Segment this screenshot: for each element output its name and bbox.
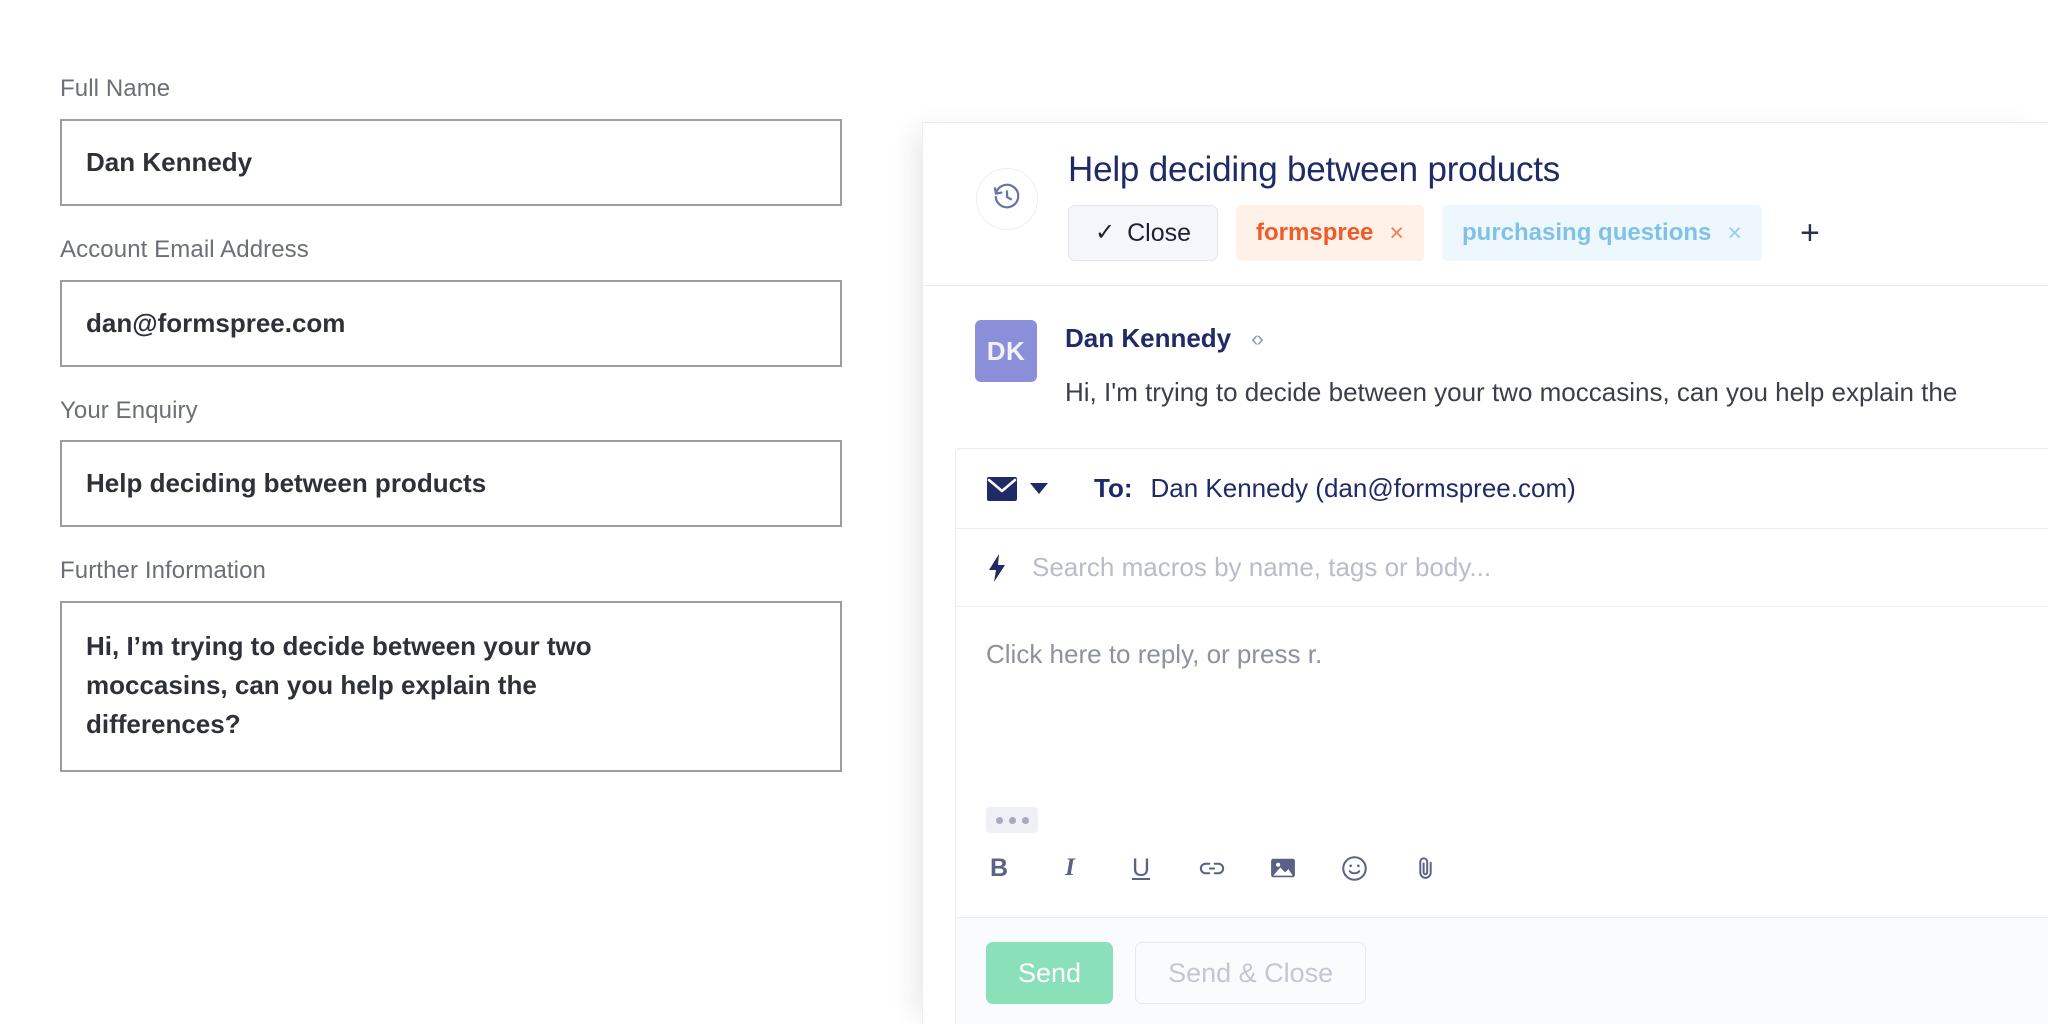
field-label-your-enquiry: Your Enquiry <box>60 397 906 426</box>
tag-purchasing-questions-label: purchasing questions <box>1462 219 1711 247</box>
input-your-enquiry[interactable]: Help deciding between products <box>60 440 842 527</box>
format-toolbar: B I U <box>956 807 2048 918</box>
more-options-button[interactable] <box>986 807 1038 833</box>
close-ticket-label: Close <box>1127 219 1191 248</box>
composer-footer: Send Send & Close <box>956 918 2048 1024</box>
tag-purchasing-questions[interactable]: purchasing questions × <box>1442 205 1762 261</box>
underline-button[interactable]: U <box>1128 853 1154 883</box>
history-button[interactable] <box>976 168 1038 230</box>
chevron-down-icon[interactable] <box>1030 483 1048 494</box>
check-icon: ✓ <box>1095 221 1115 245</box>
to-recipient[interactable]: Dan Kennedy (dan@formspree.com) <box>1151 473 1576 504</box>
tag-formspree-remove-icon[interactable]: × <box>1389 219 1404 248</box>
composer-macro-row[interactable]: Search macros by name, tags or body... <box>956 529 2048 607</box>
field-label-account-email: Account Email Address <box>60 236 906 265</box>
field-label-full-name: Full Name <box>60 75 906 104</box>
message-author: Dan Kennedy <box>1065 323 1231 354</box>
reply-composer: To: Dan Kennedy (dan@formspree.com) Sear… <box>955 448 2048 1024</box>
helpdesk-panel: Help deciding between products ✓ Close f… <box>922 122 2048 1024</box>
textarea-line-1: Hi, I’m trying to decide between your tw… <box>86 627 816 666</box>
macro-search-input[interactable]: Search macros by name, tags or body... <box>1032 552 1491 583</box>
contact-form-panel: Full Name Dan Kennedy Account Email Addr… <box>0 0 906 1024</box>
attachment-button[interactable] <box>1412 853 1438 883</box>
ticket-header: Help deciding between products ✓ Close f… <box>923 123 2048 286</box>
send-button[interactable]: Send <box>986 942 1113 1004</box>
dot-icon <box>1022 817 1029 824</box>
field-your-enquiry: Your Enquiry Help deciding between produ… <box>60 397 906 528</box>
close-ticket-button[interactable]: ✓ Close <box>1068 205 1218 261</box>
reply-editor[interactable]: Click here to reply, or press r. <box>956 607 2048 807</box>
code-view-icon[interactable]: ‹› <box>1251 326 1262 352</box>
to-label: To: <box>1094 473 1133 504</box>
envelope-icon <box>986 476 1018 502</box>
textarea-line-2: moccasins, can you help explain the <box>86 666 816 705</box>
dot-icon <box>1009 817 1016 824</box>
screen-root: Full Name Dan Kennedy Account Email Addr… <box>0 0 2048 1024</box>
field-full-name: Full Name Dan Kennedy <box>60 75 906 206</box>
reply-placeholder: Click here to reply, or press r. <box>986 639 1322 669</box>
message-header: Dan Kennedy ‹› <box>1065 323 1957 354</box>
field-further-information: Further Information Hi, I’m trying to de… <box>60 557 906 772</box>
avatar: DK <box>975 320 1037 382</box>
ticket-title: Help deciding between products <box>1068 150 1560 190</box>
add-tag-button[interactable]: + <box>1790 216 1830 250</box>
link-button[interactable] <box>1199 853 1225 883</box>
format-buttons-row: B I U <box>986 853 2018 901</box>
field-label-further-information: Further Information <box>60 557 906 586</box>
link-icon <box>1199 860 1225 877</box>
history-icon <box>992 182 1022 217</box>
textarea-further-information[interactable]: Hi, I’m trying to decide between your tw… <box>60 601 842 772</box>
italic-button[interactable]: I <box>1057 853 1083 883</box>
image-icon <box>1270 857 1296 879</box>
ticket-actions: ✓ Close formspree × purchasing questions… <box>1068 205 1830 261</box>
message-item: DK Dan Kennedy ‹› Hi, I'm trying to deci… <box>923 286 2048 440</box>
message-content: Dan Kennedy ‹› Hi, I'm trying to decide … <box>1065 320 1957 410</box>
bold-button[interactable]: B <box>986 853 1012 883</box>
textarea-line-3: differences? <box>86 705 816 744</box>
dot-icon <box>996 817 1003 824</box>
field-account-email: Account Email Address dan@formspree.com <box>60 236 906 367</box>
composer-to-row: To: Dan Kennedy (dan@formspree.com) <box>956 449 2048 529</box>
channel-selector[interactable] <box>986 476 1048 502</box>
image-button[interactable] <box>1270 853 1296 883</box>
input-account-email[interactable]: dan@formspree.com <box>60 280 842 367</box>
lightning-bolt-icon <box>986 553 1008 583</box>
input-full-name[interactable]: Dan Kennedy <box>60 119 842 206</box>
send-and-close-button[interactable]: Send & Close <box>1135 942 1366 1004</box>
tag-formspree[interactable]: formspree × <box>1236 205 1424 261</box>
message-body: Hi, I'm trying to decide between your tw… <box>1065 374 1957 410</box>
tag-purchasing-questions-remove-icon[interactable]: × <box>1727 219 1742 248</box>
emoji-button[interactable] <box>1341 853 1367 883</box>
conversation-body: DK Dan Kennedy ‹› Hi, I'm trying to deci… <box>923 286 2048 1024</box>
emoji-icon <box>1341 855 1368 882</box>
paperclip-icon <box>1415 855 1436 882</box>
tag-formspree-label: formspree <box>1256 219 1373 247</box>
